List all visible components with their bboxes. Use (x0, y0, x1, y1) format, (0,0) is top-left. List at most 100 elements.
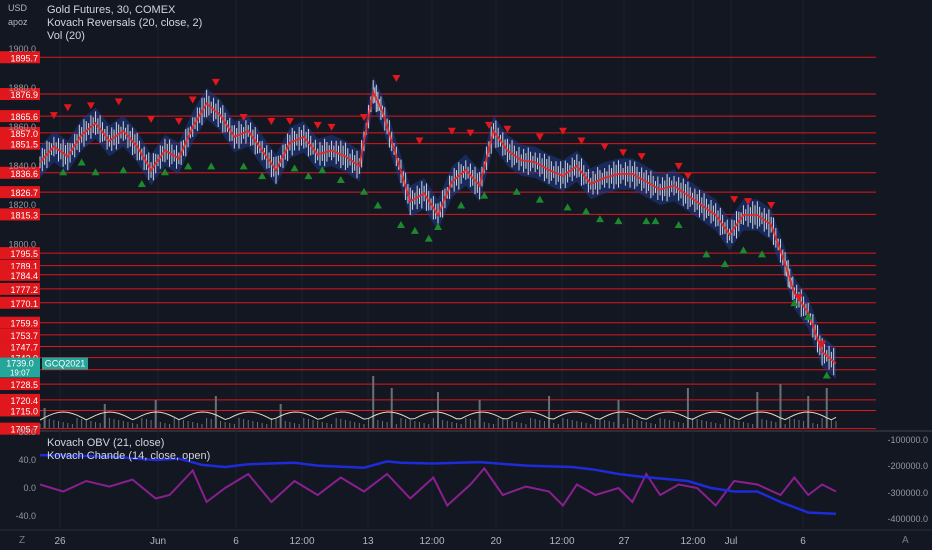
down-marker (188, 96, 197, 104)
price-tick-label: 1880.0 (8, 83, 36, 93)
up-marker (757, 250, 766, 258)
up-marker (184, 162, 193, 170)
down-marker (619, 149, 628, 157)
obv-tick-label: -300000.0 (887, 488, 928, 498)
price-tick-label: 1900.0 (8, 44, 36, 54)
obv-label[interactable]: Kovach OBV (21, close) (47, 437, 210, 450)
indicator-tick-label: 80.0 (18, 427, 36, 437)
time-tick-label: 12:00 (419, 536, 444, 547)
up-marker (614, 217, 623, 225)
time-tick-label: Jul (725, 536, 738, 547)
level-tag-label: 1728.5 (10, 380, 38, 390)
up-marker (239, 162, 248, 170)
obv-tick-label: -400000.0 (887, 514, 928, 524)
time-tick-label: 13 (362, 536, 374, 547)
chande-label[interactable]: Kovach Chande (14, close, open) (47, 450, 210, 463)
up-marker (137, 179, 146, 187)
up-marker (651, 217, 660, 225)
down-marker (392, 74, 401, 82)
time-tick-label: 20 (490, 536, 502, 547)
down-marker (174, 117, 183, 125)
up-marker (535, 195, 544, 203)
price-tick-label: 1820.0 (8, 200, 36, 210)
down-marker (674, 162, 683, 170)
study-kovach-reversals[interactable]: Kovach Reversals (20, close, 2) (47, 17, 202, 30)
axis-toggle-right[interactable]: A (902, 535, 909, 546)
down-marker (637, 153, 646, 161)
currency-label: USD (8, 3, 28, 13)
down-marker (267, 117, 276, 125)
up-marker (91, 168, 100, 176)
price-tick-label: 1800.0 (8, 239, 36, 249)
level-tag-label: 1784.4 (10, 271, 38, 281)
indicator-tick-label: -40.0 (15, 511, 36, 521)
up-marker (642, 217, 651, 225)
up-marker (720, 260, 729, 268)
level-tag-label: 1815.3 (10, 210, 38, 220)
down-marker (558, 127, 567, 135)
down-marker (447, 127, 456, 135)
level-tag-label: 1865.6 (10, 112, 38, 122)
chande-line (39, 466, 837, 508)
up-marker (563, 203, 572, 211)
down-marker (147, 116, 156, 123)
up-marker (674, 221, 683, 228)
up-marker (373, 201, 382, 209)
up-marker (336, 176, 345, 184)
symbol-label: GCQ2021 (45, 359, 86, 369)
up-marker (290, 164, 299, 172)
up-marker (207, 162, 216, 170)
down-marker (600, 143, 609, 151)
level-tag-label: 1770.1 (10, 299, 38, 309)
up-marker (77, 158, 86, 166)
time-tick-label: 26 (54, 536, 66, 547)
down-marker (327, 123, 336, 131)
up-marker (119, 166, 128, 174)
up-marker (595, 215, 604, 223)
indicator-legend: Kovach OBV (21, close) Kovach Chande (14… (47, 437, 210, 463)
time-tick-label: 12:00 (549, 536, 574, 547)
axis-toggle-left[interactable]: Z (19, 535, 25, 546)
level-tag-label: 1720.4 (10, 396, 38, 406)
up-marker (512, 187, 521, 195)
current-price-label: 1739.0 (6, 359, 34, 369)
indicator-tick-label: 0.0 (23, 483, 36, 493)
down-marker (535, 133, 544, 141)
up-marker (582, 207, 591, 215)
down-marker (313, 121, 322, 129)
level-tag-label: 1753.7 (10, 331, 38, 341)
up-marker (702, 250, 711, 258)
down-marker (211, 78, 220, 86)
time-tick-label: 27 (618, 536, 630, 547)
obv-tick-label: -200000.0 (887, 461, 928, 471)
indicator-tick-label: 40.0 (18, 455, 36, 465)
chart-legend: Gold Futures, 30, COMEX Kovach Reversals… (47, 4, 202, 43)
down-marker (86, 102, 95, 110)
countdown-label: 19:07 (10, 369, 31, 378)
chart-root: 1895.71876.91865.61857.01851.51836.61826… (0, 0, 932, 547)
time-tick-label: Jun (150, 536, 166, 547)
time-tick-label: 12:00 (289, 536, 314, 547)
down-marker (49, 112, 58, 120)
level-tag-label: 1851.5 (10, 140, 38, 150)
up-marker (410, 226, 419, 234)
level-tag-label: 1715.0 (10, 406, 38, 416)
down-marker (63, 104, 72, 112)
level-tag-label: 1777.2 (10, 285, 38, 295)
down-marker (114, 98, 123, 106)
time-tick-label: 6 (800, 536, 806, 547)
price-tick-label: 1860.0 (8, 122, 36, 132)
up-marker (457, 201, 466, 209)
time-tick-label: 6 (233, 536, 239, 547)
obv-tick-label: -100000.0 (887, 435, 928, 445)
level-tag-label: 1826.7 (10, 188, 38, 198)
level-tag-label: 1747.7 (10, 343, 38, 353)
up-marker (739, 246, 748, 254)
study-volume[interactable]: Vol (20) (47, 30, 202, 43)
level-tag-label: 1895.7 (10, 53, 38, 63)
level-tag-label: 1795.5 (10, 249, 38, 259)
up-marker (359, 187, 368, 195)
time-tick-label: 12:00 (680, 536, 705, 547)
price-tick-label: 1840.0 (8, 161, 36, 171)
chart-title[interactable]: Gold Futures, 30, COMEX (47, 4, 202, 17)
